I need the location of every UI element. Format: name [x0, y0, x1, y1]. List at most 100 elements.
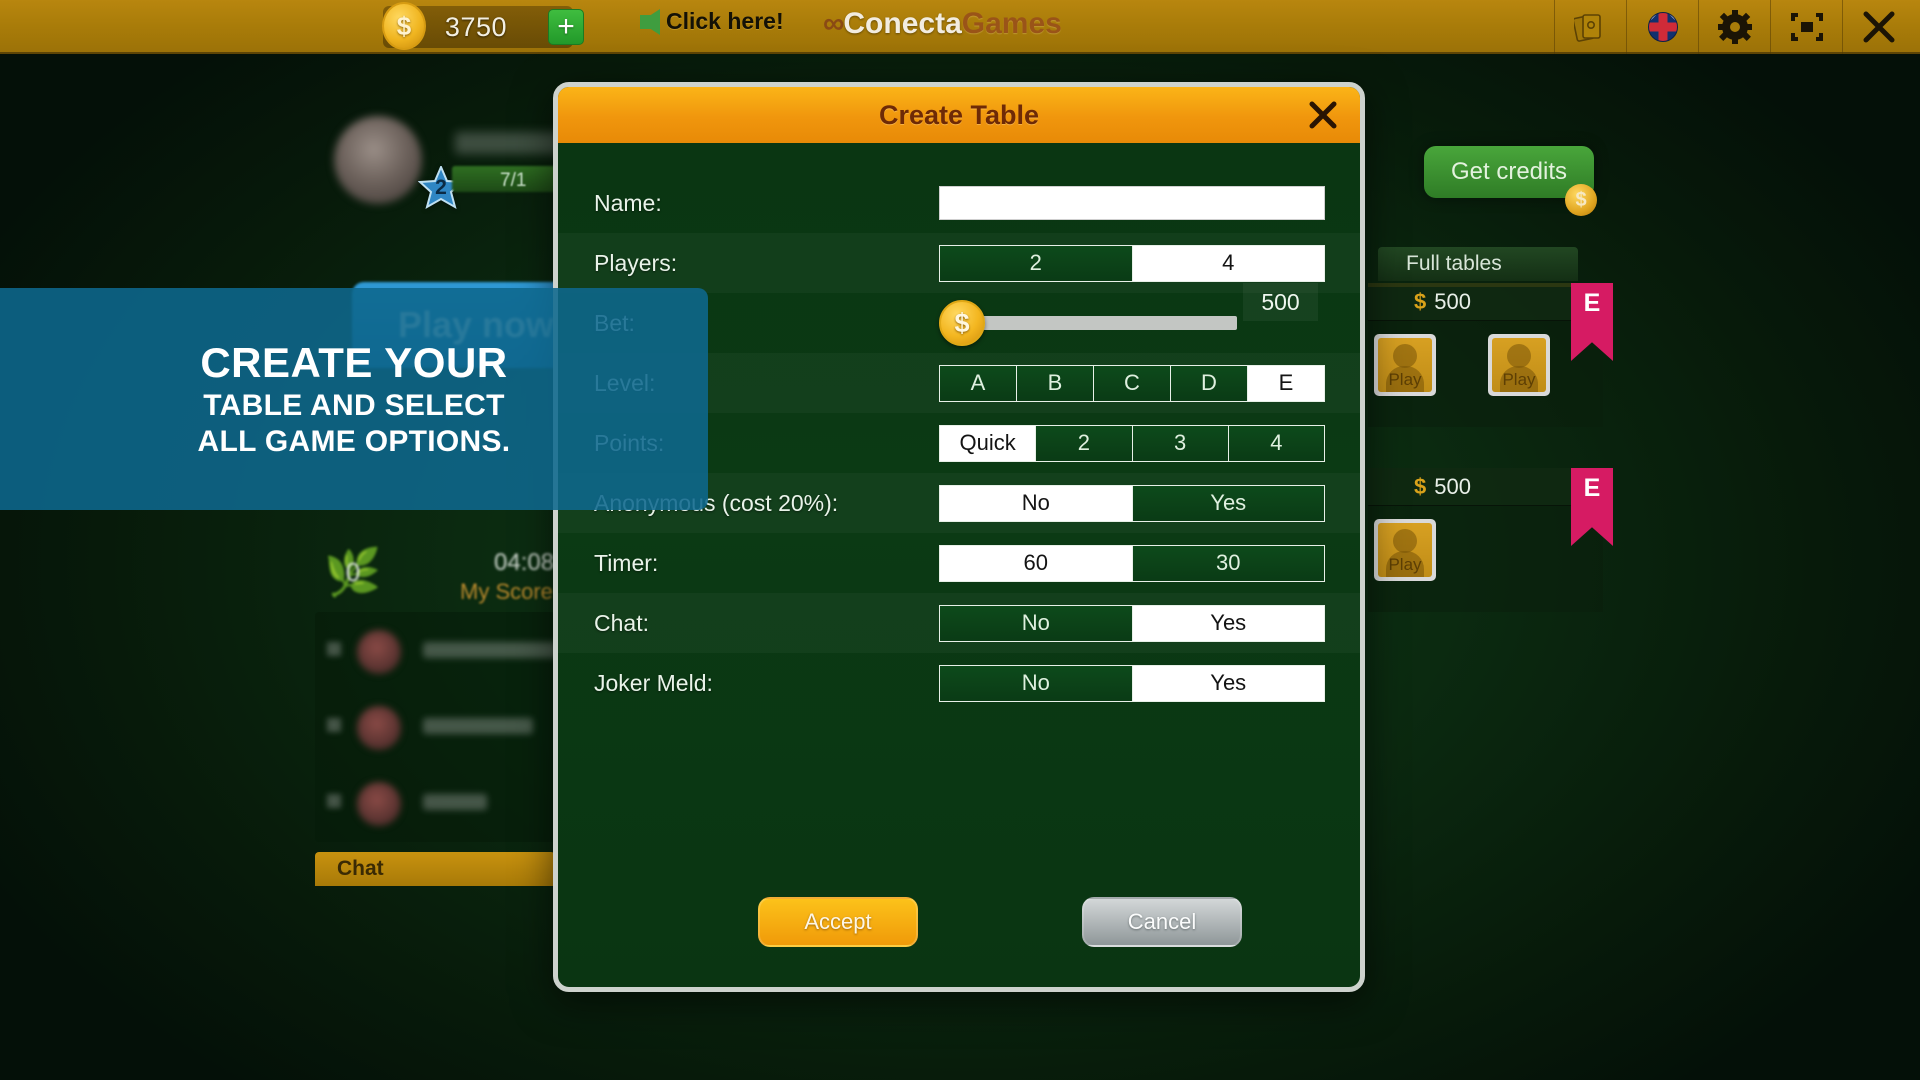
joker-meld-control: No Yes: [939, 664, 1325, 702]
close-icon[interactable]: [1842, 0, 1914, 54]
seat-play-button[interactable]: Play: [1374, 519, 1436, 581]
seat-label: Play: [1502, 370, 1536, 389]
top-bar: 3750 $ + Click here! ∞ Conecta Games: [0, 0, 1920, 54]
level-option-c[interactable]: C: [1094, 365, 1171, 401]
name-control: [939, 186, 1325, 220]
timer-segmented: 60 30: [939, 544, 1325, 582]
callout-line-2: TABLE AND SELECT: [203, 389, 505, 422]
chat-tab[interactable]: Chat: [315, 852, 555, 886]
tutorial-callout[interactable]: CREATE YOUR TABLE AND SELECT ALL GAME OP…: [0, 288, 708, 510]
timer-option-30[interactable]: 30: [1132, 545, 1324, 581]
credits-amount: 3750: [444, 11, 507, 42]
timer-control: 60 30: [939, 544, 1325, 582]
my-score-label: My Score:: [460, 579, 560, 604]
click-here-hint[interactable]: Click here!: [640, 8, 784, 35]
chat-segmented: No Yes: [939, 604, 1325, 642]
brand-second: Games: [961, 7, 1062, 40]
points-segmented: Quick 2 3 4: [939, 424, 1325, 462]
joker-meld-option-no[interactable]: No: [940, 665, 1133, 701]
name-input[interactable]: [939, 186, 1325, 220]
dollar-icon: $: [1414, 288, 1427, 314]
players-option-4[interactable]: 4: [1132, 245, 1324, 281]
tab-full-tables[interactable]: Full tables: [1378, 247, 1578, 281]
callout-line-1: CREATE YOUR: [200, 339, 508, 386]
bet-slider-track[interactable]: [979, 316, 1237, 330]
seat-play-button[interactable]: Play: [1488, 334, 1550, 396]
players-control: 2 4: [939, 244, 1325, 282]
laurel-icon: 🌿 0: [324, 545, 382, 598]
joker-meld-option-yes[interactable]: Yes: [1132, 665, 1324, 701]
status-badge: E: [1571, 468, 1613, 546]
cancel-button[interactable]: Cancel: [1082, 897, 1242, 947]
gear-icon[interactable]: [1698, 0, 1770, 54]
page-title: Create Table: [878, 99, 1040, 130]
chat-label: Chat:: [594, 609, 649, 636]
level-control: A B C D E: [939, 364, 1325, 402]
level-segmented: A B C D E: [939, 364, 1325, 402]
seat-play-button[interactable]: Play: [1374, 334, 1436, 396]
brand-logo: ∞ Conecta Games: [823, 7, 1062, 41]
players-option-2[interactable]: 2: [940, 245, 1133, 281]
cards-icon[interactable]: [1554, 0, 1626, 54]
chat-option-yes[interactable]: Yes: [1132, 605, 1324, 641]
level-option-d[interactable]: D: [1171, 365, 1248, 401]
table-bet-header: $ 500: [1368, 283, 1603, 321]
coin-icon: $: [1565, 184, 1597, 216]
conecta-logo-icon: ∞: [823, 7, 845, 40]
anonymous-option-yes[interactable]: Yes: [1132, 485, 1324, 521]
level-option-b[interactable]: B: [1017, 365, 1094, 401]
form-row-timer: Timer: 60 30: [558, 533, 1360, 593]
table-row[interactable]: $ 500 E Play: [1368, 468, 1613, 612]
coin-icon: $: [382, 2, 426, 50]
anonymous-option-no[interactable]: No: [940, 485, 1133, 521]
joker-meld-label: Joker Meld:: [594, 669, 713, 696]
game-screen: 3750 $ + Click here! ∞ Conecta Games 2 7…: [0, 0, 1920, 1080]
seat-label: Play: [1388, 370, 1422, 389]
dollar-icon: $: [1414, 473, 1427, 499]
top-icon-bar: [1554, 0, 1914, 54]
seat-label: Play: [1388, 555, 1422, 574]
add-credits-button[interactable]: +: [548, 9, 584, 45]
points-option-2[interactable]: 2: [1036, 425, 1133, 461]
arrow-left-icon: [640, 8, 660, 35]
form-row-joker-meld: Joker Meld: No Yes: [558, 653, 1360, 713]
bet-value: 500: [1243, 283, 1318, 321]
points-option-quick[interactable]: Quick: [940, 425, 1037, 461]
dialog-actions: Accept Cancel: [558, 897, 1360, 953]
close-icon[interactable]: [1306, 98, 1340, 132]
points-control: Quick 2 3 4: [939, 424, 1325, 462]
anonymous-segmented: No Yes: [939, 484, 1325, 522]
status-badge: E: [1571, 283, 1613, 361]
level-option-e[interactable]: E: [1248, 365, 1324, 401]
chat-option-no[interactable]: No: [940, 605, 1133, 641]
flag-uk-icon[interactable]: [1626, 0, 1698, 54]
chat-control: No Yes: [939, 604, 1325, 642]
points-option-3[interactable]: 3: [1132, 425, 1229, 461]
table-row[interactable]: $ 500 E Play Play: [1368, 283, 1613, 427]
coin-icon[interactable]: $: [939, 300, 985, 346]
accept-button[interactable]: Accept: [758, 897, 918, 947]
form-row-chat: Chat: No Yes: [558, 593, 1360, 653]
laurel-rank: 0: [345, 556, 361, 587]
leaderboard-panel: [315, 612, 559, 842]
timer-option-60[interactable]: 60: [940, 545, 1133, 581]
level-option-a[interactable]: A: [940, 365, 1017, 401]
list-item[interactable]: [315, 616, 559, 688]
name-label: Name:: [594, 189, 662, 216]
click-here-label: Click here!: [666, 8, 784, 34]
form-row-players: Players: 2 4: [558, 233, 1360, 293]
fullscreen-icon[interactable]: [1770, 0, 1842, 54]
brand-first: Conecta: [843, 7, 962, 40]
xp-text: 7/1: [500, 170, 527, 191]
create-table-dialog: Create Table Name: Players: 2 4 $ A B C …: [553, 82, 1365, 992]
players-label: Players:: [594, 249, 678, 276]
points-option-4[interactable]: 4: [1228, 425, 1324, 461]
list-item[interactable]: [315, 768, 555, 840]
table-bet-amount: 500: [1434, 473, 1471, 499]
callout-line-3: ALL GAME OPTIONS.: [197, 425, 511, 458]
form-row-name: Name:: [558, 173, 1360, 233]
joker-meld-segmented: No Yes: [939, 664, 1325, 702]
list-item[interactable]: [315, 692, 555, 764]
timer-label: Timer:: [594, 549, 659, 576]
avatar[interactable]: [334, 116, 422, 204]
